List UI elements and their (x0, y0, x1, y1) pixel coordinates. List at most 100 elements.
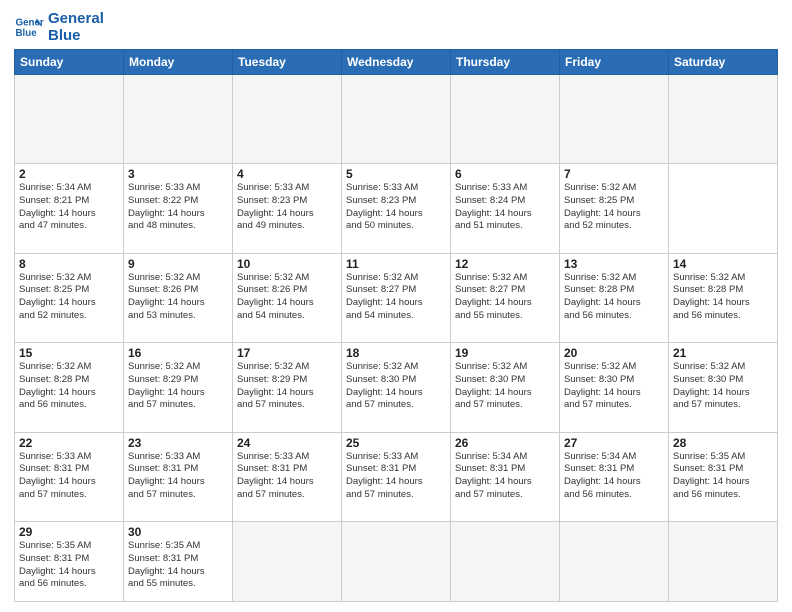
weekday-header-sunday: Sunday (15, 49, 124, 74)
day-number: 26 (455, 436, 555, 450)
weekday-header-monday: Monday (124, 49, 233, 74)
empty-cell (233, 522, 342, 602)
empty-cell (451, 522, 560, 602)
day-info: Sunrise: 5:33 AMSunset: 8:31 PMDaylight:… (19, 451, 119, 502)
day-info: Sunrise: 5:32 AMSunset: 8:27 PMDaylight:… (455, 272, 555, 323)
day-number: 6 (455, 167, 555, 181)
empty-cell (124, 74, 233, 164)
day-info: Sunrise: 5:32 AMSunset: 8:25 PMDaylight:… (19, 272, 119, 323)
day-number: 17 (237, 346, 337, 360)
day-cell-27: 27Sunrise: 5:34 AMSunset: 8:31 PMDayligh… (560, 432, 669, 522)
day-cell-16: 16Sunrise: 5:32 AMSunset: 8:29 PMDayligh… (124, 343, 233, 433)
day-number: 25 (346, 436, 446, 450)
day-cell-17: 17Sunrise: 5:32 AMSunset: 8:29 PMDayligh… (233, 343, 342, 433)
day-number: 3 (128, 167, 228, 181)
calendar-table: SundayMondayTuesdayWednesdayThursdayFrid… (14, 49, 778, 603)
week-row-6: 29Sunrise: 5:35 AMSunset: 8:31 PMDayligh… (15, 522, 778, 602)
day-info: Sunrise: 5:32 AMSunset: 8:29 PMDaylight:… (128, 361, 228, 412)
day-info: Sunrise: 5:33 AMSunset: 8:23 PMDaylight:… (346, 182, 446, 233)
day-info: Sunrise: 5:32 AMSunset: 8:30 PMDaylight:… (346, 361, 446, 412)
day-number: 28 (673, 436, 773, 450)
day-cell-20: 20Sunrise: 5:32 AMSunset: 8:30 PMDayligh… (560, 343, 669, 433)
day-number: 18 (346, 346, 446, 360)
day-number: 8 (19, 257, 119, 271)
week-row-4: 15Sunrise: 5:32 AMSunset: 8:28 PMDayligh… (15, 343, 778, 433)
day-number: 13 (564, 257, 664, 271)
empty-cell (342, 74, 451, 164)
day-cell-8: 8Sunrise: 5:32 AMSunset: 8:25 PMDaylight… (15, 253, 124, 343)
day-cell-11: 11Sunrise: 5:32 AMSunset: 8:27 PMDayligh… (342, 253, 451, 343)
day-number: 7 (564, 167, 664, 181)
day-cell-14: 14Sunrise: 5:32 AMSunset: 8:28 PMDayligh… (669, 253, 778, 343)
day-info: Sunrise: 5:35 AMSunset: 8:31 PMDaylight:… (673, 451, 773, 502)
day-cell-25: 25Sunrise: 5:33 AMSunset: 8:31 PMDayligh… (342, 432, 451, 522)
day-number: 11 (346, 257, 446, 271)
day-number: 30 (128, 525, 228, 539)
day-info: Sunrise: 5:32 AMSunset: 8:27 PMDaylight:… (346, 272, 446, 323)
week-row-1 (15, 74, 778, 164)
day-cell-6: 6Sunrise: 5:33 AMSunset: 8:24 PMDaylight… (451, 164, 560, 254)
day-info: Sunrise: 5:33 AMSunset: 8:22 PMDaylight:… (128, 182, 228, 233)
day-number: 22 (19, 436, 119, 450)
day-cell-7: 7Sunrise: 5:32 AMSunset: 8:25 PMDaylight… (560, 164, 669, 254)
day-number: 29 (19, 525, 119, 539)
day-number: 24 (237, 436, 337, 450)
weekday-header-tuesday: Tuesday (233, 49, 342, 74)
page: General Blue GeneralBlue SundayMondayTue… (0, 0, 792, 612)
day-cell-12: 12Sunrise: 5:32 AMSunset: 8:27 PMDayligh… (451, 253, 560, 343)
calendar-body: 2Sunrise: 5:34 AMSunset: 8:21 PMDaylight… (15, 74, 778, 602)
day-info: Sunrise: 5:33 AMSunset: 8:23 PMDaylight:… (237, 182, 337, 233)
day-cell-29: 29Sunrise: 5:35 AMSunset: 8:31 PMDayligh… (15, 522, 124, 602)
day-info: Sunrise: 5:32 AMSunset: 8:25 PMDaylight:… (564, 182, 664, 233)
logo-icon: General Blue (14, 12, 44, 42)
day-number: 19 (455, 346, 555, 360)
day-info: Sunrise: 5:33 AMSunset: 8:31 PMDaylight:… (346, 451, 446, 502)
day-info: Sunrise: 5:33 AMSunset: 8:24 PMDaylight:… (455, 182, 555, 233)
empty-cell (560, 522, 669, 602)
logo: General Blue GeneralBlue (14, 10, 104, 45)
weekday-header-thursday: Thursday (451, 49, 560, 74)
empty-cell (560, 74, 669, 164)
day-cell-10: 10Sunrise: 5:32 AMSunset: 8:26 PMDayligh… (233, 253, 342, 343)
empty-cell (15, 74, 124, 164)
logo-text: GeneralBlue (48, 10, 104, 45)
day-cell-19: 19Sunrise: 5:32 AMSunset: 8:30 PMDayligh… (451, 343, 560, 433)
day-number: 20 (564, 346, 664, 360)
day-number: 14 (673, 257, 773, 271)
day-cell-26: 26Sunrise: 5:34 AMSunset: 8:31 PMDayligh… (451, 432, 560, 522)
svg-text:Blue: Blue (16, 28, 38, 39)
day-cell-5: 5Sunrise: 5:33 AMSunset: 8:23 PMDaylight… (342, 164, 451, 254)
week-row-5: 22Sunrise: 5:33 AMSunset: 8:31 PMDayligh… (15, 432, 778, 522)
day-cell-15: 15Sunrise: 5:32 AMSunset: 8:28 PMDayligh… (15, 343, 124, 433)
day-cell-13: 13Sunrise: 5:32 AMSunset: 8:28 PMDayligh… (560, 253, 669, 343)
day-number: 5 (346, 167, 446, 181)
day-number: 16 (128, 346, 228, 360)
day-number: 21 (673, 346, 773, 360)
weekday-header-saturday: Saturday (669, 49, 778, 74)
header: General Blue GeneralBlue (14, 10, 778, 45)
day-info: Sunrise: 5:32 AMSunset: 8:26 PMDaylight:… (237, 272, 337, 323)
day-number: 4 (237, 167, 337, 181)
day-number: 2 (19, 167, 119, 181)
week-row-3: 8Sunrise: 5:32 AMSunset: 8:25 PMDaylight… (15, 253, 778, 343)
day-number: 23 (128, 436, 228, 450)
day-number: 12 (455, 257, 555, 271)
day-cell-21: 21Sunrise: 5:32 AMSunset: 8:30 PMDayligh… (669, 343, 778, 433)
empty-cell (451, 74, 560, 164)
day-info: Sunrise: 5:34 AMSunset: 8:31 PMDaylight:… (455, 451, 555, 502)
day-number: 10 (237, 257, 337, 271)
day-cell-22: 22Sunrise: 5:33 AMSunset: 8:31 PMDayligh… (15, 432, 124, 522)
day-info: Sunrise: 5:34 AMSunset: 8:21 PMDaylight:… (19, 182, 119, 233)
day-cell-2: 2Sunrise: 5:34 AMSunset: 8:21 PMDaylight… (15, 164, 124, 254)
day-info: Sunrise: 5:34 AMSunset: 8:31 PMDaylight:… (564, 451, 664, 502)
day-info: Sunrise: 5:32 AMSunset: 8:30 PMDaylight:… (455, 361, 555, 412)
calendar-header-row: SundayMondayTuesdayWednesdayThursdayFrid… (15, 49, 778, 74)
day-info: Sunrise: 5:33 AMSunset: 8:31 PMDaylight:… (128, 451, 228, 502)
day-cell-3: 3Sunrise: 5:33 AMSunset: 8:22 PMDaylight… (124, 164, 233, 254)
day-cell-23: 23Sunrise: 5:33 AMSunset: 8:31 PMDayligh… (124, 432, 233, 522)
week-row-2: 2Sunrise: 5:34 AMSunset: 8:21 PMDaylight… (15, 164, 778, 254)
day-cell-18: 18Sunrise: 5:32 AMSunset: 8:30 PMDayligh… (342, 343, 451, 433)
empty-cell (669, 522, 778, 602)
day-cell-24: 24Sunrise: 5:33 AMSunset: 8:31 PMDayligh… (233, 432, 342, 522)
day-info: Sunrise: 5:32 AMSunset: 8:30 PMDaylight:… (564, 361, 664, 412)
